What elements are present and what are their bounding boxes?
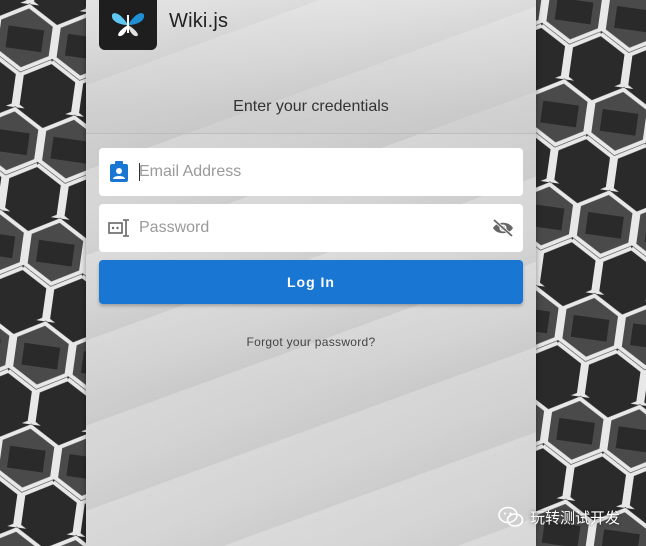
password-field[interactable]	[99, 204, 523, 252]
login-button[interactable]: Log In	[99, 260, 523, 304]
app-title: Wiki.js	[169, 10, 229, 32]
wikijs-logo-icon	[111, 13, 145, 37]
forgot-password-link[interactable]: Forgot your password?	[86, 335, 536, 349]
email-field[interactable]	[99, 148, 523, 196]
textbox-password-icon	[99, 204, 139, 252]
login-panel: Wiki.js Enter your credentials Email Add…	[86, 0, 536, 546]
password-input[interactable]	[139, 204, 483, 252]
login-subtitle: Enter your credentials	[233, 98, 389, 115]
watermark-text: 玩转测试开发	[530, 508, 621, 527]
account-box-icon	[99, 148, 139, 196]
watermark: 玩转测试开发	[498, 505, 620, 529]
app-logo	[99, 0, 157, 50]
email-input[interactable]	[139, 148, 523, 196]
wechat-icon	[498, 506, 524, 527]
login-header: Wiki.js Enter your credentials	[86, 0, 536, 134]
eye-off-icon[interactable]	[483, 204, 523, 252]
